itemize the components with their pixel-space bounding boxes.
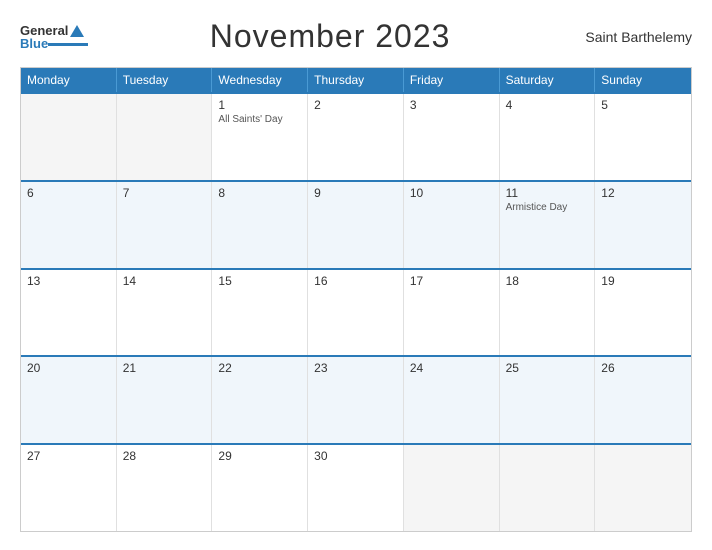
calendar-header: MondayTuesdayWednesdayThursdayFridaySatu… <box>21 68 691 92</box>
calendar-cell: 2 <box>308 94 404 180</box>
calendar-cell: 15 <box>212 270 308 356</box>
calendar: MondayTuesdayWednesdayThursdayFridaySatu… <box>20 67 692 532</box>
calendar-cell <box>500 445 596 531</box>
calendar-body: 1All Saints' Day234567891011Armistice Da… <box>21 92 691 531</box>
calendar-header-cell: Wednesday <box>212 68 308 92</box>
day-number: 28 <box>123 449 206 463</box>
calendar-cell: 17 <box>404 270 500 356</box>
day-number: 29 <box>218 449 301 463</box>
day-number: 19 <box>601 274 685 288</box>
calendar-cell: 21 <box>117 357 213 443</box>
day-event: Armistice Day <box>506 202 589 213</box>
calendar-cell: 1 All Saints' Day <box>212 94 308 180</box>
calendar-cell: 24 <box>404 357 500 443</box>
calendar-cell: 14 <box>117 270 213 356</box>
day-number: 13 <box>27 274 110 288</box>
logo-text-blue: Blue <box>20 37 48 50</box>
calendar-header-cell: Tuesday <box>117 68 213 92</box>
logo-text-general: General <box>20 24 68 37</box>
day-number: 9 <box>314 186 397 200</box>
day-number: 4 <box>506 98 589 112</box>
region-label: Saint Barthelemy <box>572 29 692 45</box>
calendar-header-cell: Thursday <box>308 68 404 92</box>
calendar-cell: 9 <box>308 182 404 268</box>
logo: General Blue <box>20 24 88 50</box>
calendar-cell: 22 <box>212 357 308 443</box>
calendar-cell: 20 <box>21 357 117 443</box>
day-number: 8 <box>218 186 301 200</box>
day-number: 6 <box>27 186 110 200</box>
day-number: 27 <box>27 449 110 463</box>
day-number: 26 <box>601 361 685 375</box>
day-number: 14 <box>123 274 206 288</box>
day-number: 21 <box>123 361 206 375</box>
calendar-cell: 16 <box>308 270 404 356</box>
calendar-week: 13 14 15 16 17 18 19 <box>21 268 691 356</box>
day-number: 16 <box>314 274 397 288</box>
calendar-cell: 12 <box>595 182 691 268</box>
calendar-cell: 11 Armistice Day <box>500 182 596 268</box>
calendar-cell <box>404 445 500 531</box>
day-number: 20 <box>27 361 110 375</box>
calendar-cell: 5 <box>595 94 691 180</box>
day-number: 11 <box>506 186 589 200</box>
calendar-cell: 18 <box>500 270 596 356</box>
day-number: 2 <box>314 98 397 112</box>
calendar-cell <box>117 94 213 180</box>
calendar-cell: 29 <box>212 445 308 531</box>
day-number: 24 <box>410 361 493 375</box>
calendar-cell: 30 <box>308 445 404 531</box>
day-number: 22 <box>218 361 301 375</box>
day-number: 18 <box>506 274 589 288</box>
day-number: 1 <box>218 98 301 112</box>
page: General Blue November 2023 Saint Barthel… <box>0 0 712 550</box>
calendar-cell: 23 <box>308 357 404 443</box>
logo-triangle-icon <box>70 25 84 37</box>
day-number: 25 <box>506 361 589 375</box>
header: General Blue November 2023 Saint Barthel… <box>20 18 692 55</box>
day-number: 3 <box>410 98 493 112</box>
day-number: 7 <box>123 186 206 200</box>
page-title: November 2023 <box>210 18 451 54</box>
calendar-cell: 10 <box>404 182 500 268</box>
day-number: 12 <box>601 186 685 200</box>
title-area: November 2023 <box>88 18 572 55</box>
calendar-cell <box>595 445 691 531</box>
calendar-week: 6789 10 11 Armistice Day 12 <box>21 180 691 268</box>
calendar-cell: 8 <box>212 182 308 268</box>
day-number: 15 <box>218 274 301 288</box>
calendar-header-cell: Monday <box>21 68 117 92</box>
calendar-cell: 28 <box>117 445 213 531</box>
calendar-header-cell: Sunday <box>595 68 691 92</box>
calendar-week: 20 21 22 23 24 25 26 <box>21 355 691 443</box>
day-number: 10 <box>410 186 493 200</box>
calendar-cell: 4 <box>500 94 596 180</box>
calendar-cell: 27 <box>21 445 117 531</box>
calendar-header-cell: Saturday <box>500 68 596 92</box>
logo-underline <box>48 43 88 46</box>
calendar-cell: 13 <box>21 270 117 356</box>
calendar-cell: 26 <box>595 357 691 443</box>
calendar-cell: 19 <box>595 270 691 356</box>
calendar-cell: 3 <box>404 94 500 180</box>
calendar-header-cell: Friday <box>404 68 500 92</box>
day-number: 17 <box>410 274 493 288</box>
calendar-week: 27 28 29 30 <box>21 443 691 531</box>
calendar-cell: 7 <box>117 182 213 268</box>
calendar-cell <box>21 94 117 180</box>
calendar-cell: 25 <box>500 357 596 443</box>
calendar-cell: 6 <box>21 182 117 268</box>
day-number: 30 <box>314 449 397 463</box>
day-number: 23 <box>314 361 397 375</box>
day-number: 5 <box>601 98 685 112</box>
day-event: All Saints' Day <box>218 114 301 125</box>
calendar-week: 1 All Saints' Day 2345 <box>21 92 691 180</box>
